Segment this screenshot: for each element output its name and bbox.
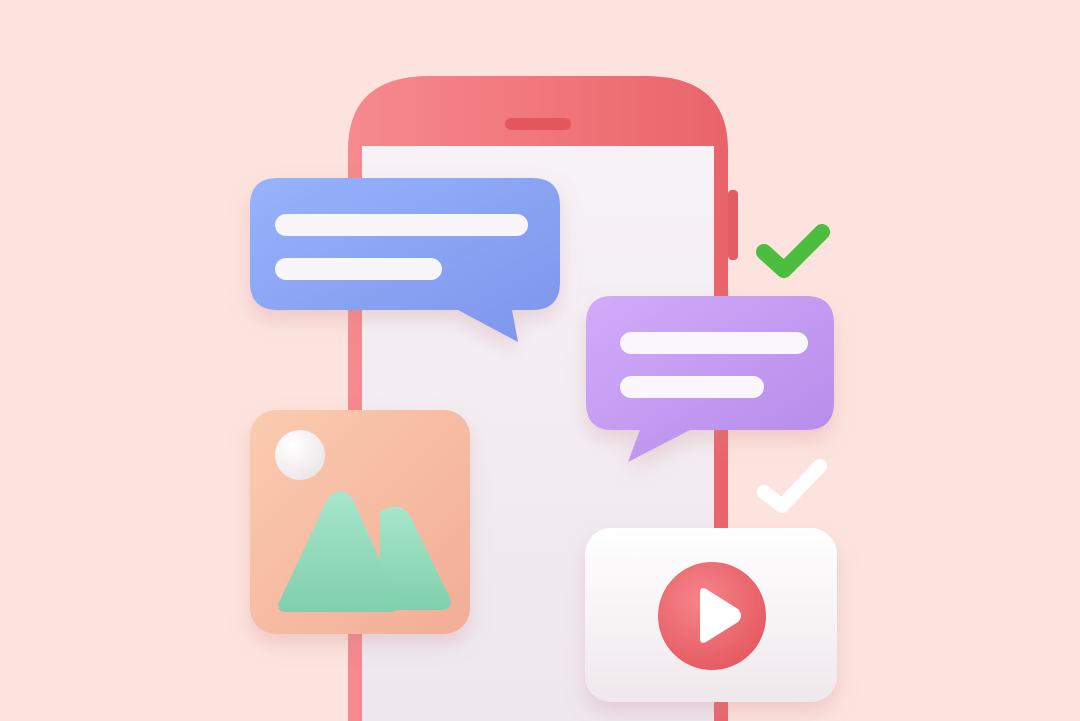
phone-speaker	[505, 118, 571, 130]
illustration-scene	[0, 0, 1080, 721]
video-play-icon	[585, 528, 837, 702]
illustration-canvas	[250, 76, 837, 721]
checkmark-icon	[757, 459, 827, 513]
image-icon	[250, 410, 470, 634]
image-sun	[275, 430, 325, 480]
checkmark-icon	[756, 224, 830, 278]
